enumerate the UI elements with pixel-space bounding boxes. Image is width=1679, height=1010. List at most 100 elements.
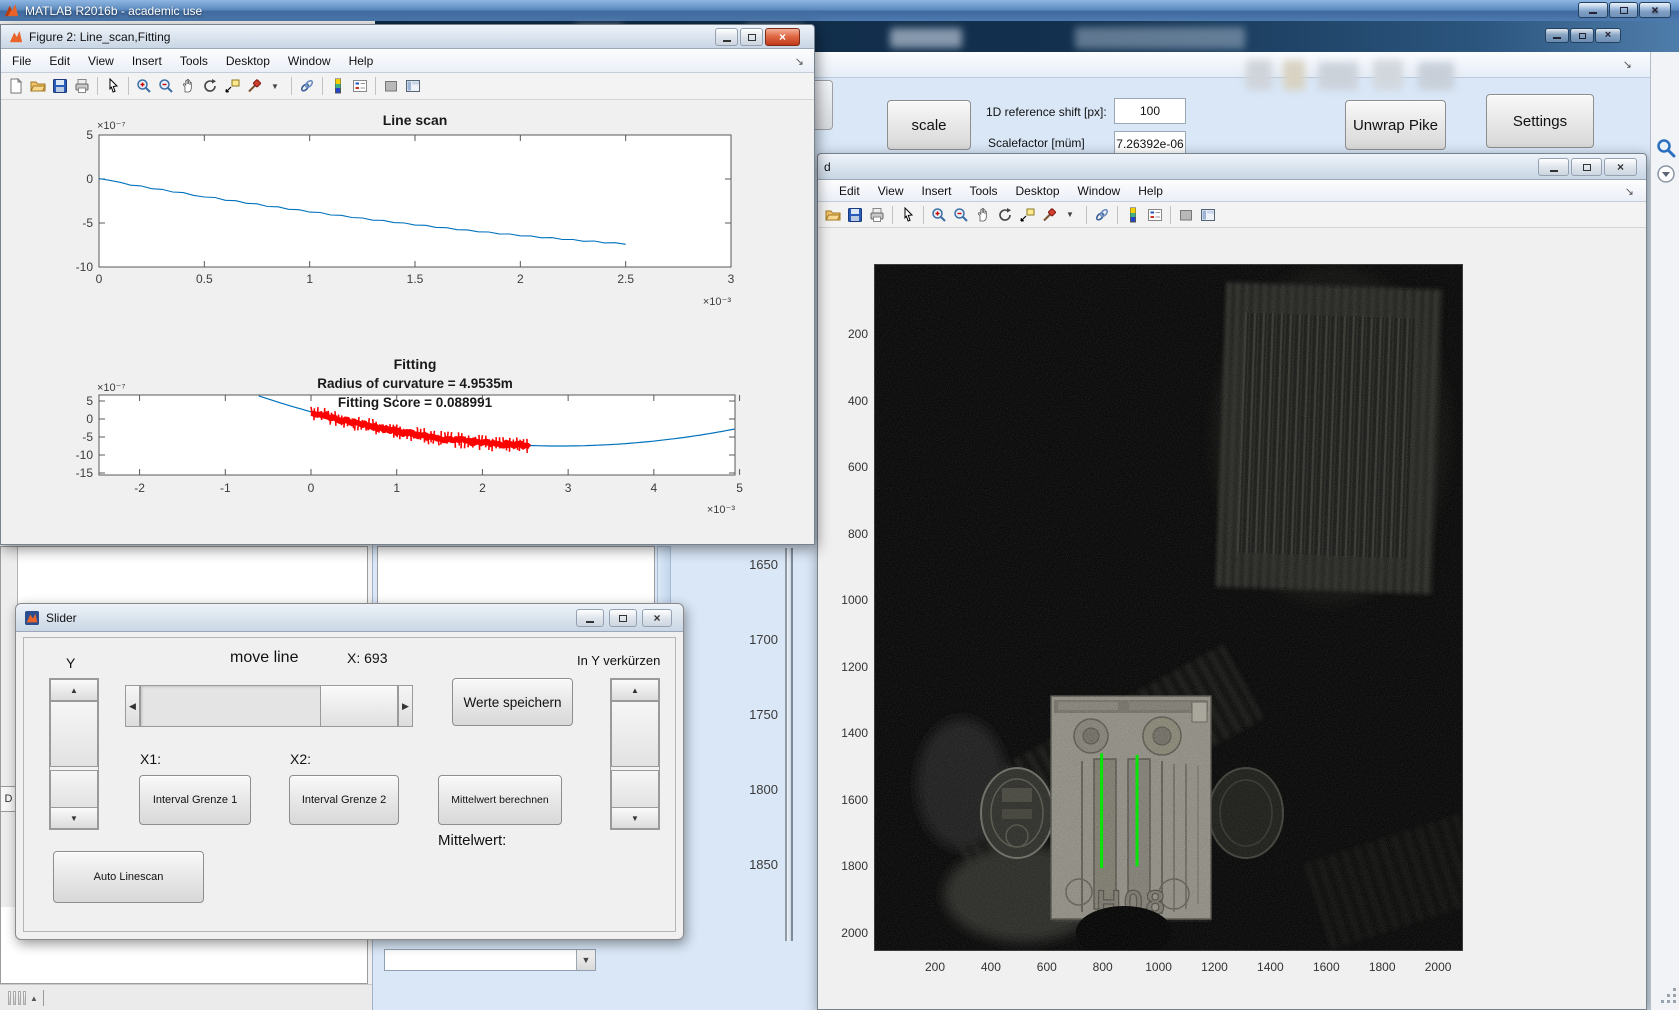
menu-desktop[interactable]: Desktop bbox=[1007, 180, 1069, 202]
colorbar-icon[interactable] bbox=[328, 76, 348, 96]
minimize-button[interactable] bbox=[1578, 2, 1608, 18]
pan-icon[interactable] bbox=[973, 205, 993, 225]
dropdown-arrow-icon[interactable]: ▼ bbox=[576, 950, 595, 970]
calc-mean-button[interactable]: Mittelwert berechnen bbox=[438, 775, 562, 825]
cursor-icon[interactable] bbox=[103, 76, 123, 96]
statusbar-grip-icon[interactable]: ▲ bbox=[8, 990, 44, 1006]
slider-track[interactable] bbox=[140, 685, 327, 727]
fig2-maximize-button[interactable] bbox=[740, 28, 763, 46]
save-icon[interactable] bbox=[50, 76, 70, 96]
zoom-out-icon[interactable] bbox=[156, 76, 176, 96]
y-scrollbar-left[interactable]: ▲ ▼ bbox=[49, 678, 99, 830]
bg-close-button[interactable]: × bbox=[1595, 28, 1621, 43]
menu-window[interactable]: Window bbox=[279, 50, 340, 72]
link-icon[interactable] bbox=[297, 76, 317, 96]
data-cursor-icon[interactable] bbox=[1017, 205, 1037, 225]
gui-dropdown[interactable]: ▼ bbox=[384, 949, 596, 971]
slider-right-arrow[interactable]: ▶ bbox=[398, 685, 413, 727]
resize-grip-icon[interactable] bbox=[1661, 988, 1677, 1004]
bg-minimize-button[interactable] bbox=[1545, 28, 1569, 43]
menu-tools[interactable]: Tools bbox=[171, 50, 217, 72]
legend-icon[interactable] bbox=[1145, 205, 1165, 225]
open-folder-icon[interactable] bbox=[823, 205, 843, 225]
cursor-icon[interactable] bbox=[898, 205, 918, 225]
save-icon[interactable] bbox=[845, 205, 865, 225]
brush-icon[interactable] bbox=[1039, 205, 1059, 225]
slider-minimize-button[interactable] bbox=[576, 609, 604, 627]
fig-minimize-button[interactable] bbox=[1538, 158, 1569, 176]
unwrap-pike-button[interactable]: Unwrap Pike bbox=[1345, 100, 1446, 150]
menu-edit[interactable]: Edit bbox=[830, 180, 869, 202]
maximize-button[interactable] bbox=[1609, 2, 1638, 18]
menu-tools[interactable]: Tools bbox=[961, 180, 1007, 202]
auto-linescan-button[interactable]: Auto Linescan bbox=[53, 851, 204, 903]
save-values-button[interactable]: Werte speichern bbox=[452, 678, 573, 726]
expand-toolstrip-icon[interactable] bbox=[1656, 164, 1676, 184]
interval-limit-2-button[interactable]: Interval Grenze 2 bbox=[289, 775, 399, 825]
bg-maximize-button[interactable] bbox=[1570, 28, 1594, 43]
plot-tools-show-icon[interactable] bbox=[1198, 205, 1218, 225]
zoom-in-icon[interactable] bbox=[929, 205, 949, 225]
link-icon[interactable] bbox=[1092, 205, 1112, 225]
zoom-out-icon[interactable] bbox=[951, 205, 971, 225]
slider-thumb[interactable] bbox=[320, 685, 398, 727]
fig2-minimize-button[interactable] bbox=[715, 28, 738, 46]
fig-close-button[interactable]: × bbox=[1604, 158, 1637, 176]
scroll-up-button[interactable]: ▲ bbox=[50, 679, 98, 701]
scroll-up-button[interactable]: ▲ bbox=[611, 679, 659, 701]
slider-left-arrow[interactable]: ◀ bbox=[125, 685, 140, 727]
menu-insert[interactable]: Insert bbox=[123, 50, 171, 72]
dock-arrow-icon[interactable]: ↘ bbox=[1623, 58, 1632, 71]
menu-insert[interactable]: Insert bbox=[912, 180, 960, 202]
settings-button[interactable]: Settings bbox=[1486, 94, 1594, 148]
scroll-block[interactable] bbox=[611, 770, 659, 808]
y-scrollbar-right[interactable]: ▲ ▼ bbox=[610, 678, 660, 830]
brush-icon[interactable] bbox=[244, 76, 264, 96]
legend-icon[interactable] bbox=[350, 76, 370, 96]
ref-shift-input[interactable]: 100 bbox=[1114, 98, 1186, 124]
zoom-in-icon[interactable] bbox=[134, 76, 154, 96]
plot-tools-hide-icon[interactable] bbox=[1176, 205, 1196, 225]
speckle-image[interactable]: H08 bbox=[874, 264, 1463, 951]
plot-tools-hide-icon[interactable] bbox=[381, 76, 401, 96]
new-doc-icon[interactable] bbox=[6, 76, 26, 96]
scroll-thumb[interactable] bbox=[50, 701, 98, 767]
rotate-icon[interactable] bbox=[995, 205, 1015, 225]
scale-button[interactable]: scale bbox=[887, 100, 971, 150]
pan-icon[interactable] bbox=[178, 76, 198, 96]
scroll-down-button[interactable]: ▼ bbox=[611, 807, 659, 829]
figure2-titlebar[interactable]: Figure 2: Line_scan,Fitting × bbox=[1, 25, 814, 49]
caret-icon[interactable]: ▼ bbox=[1061, 205, 1081, 225]
search-icon[interactable] bbox=[1656, 138, 1676, 158]
image-figure-titlebar[interactable]: d × bbox=[818, 154, 1646, 180]
dock-arrow-icon[interactable]: ↘ bbox=[795, 55, 804, 68]
dock-arrow-icon[interactable]: ↘ bbox=[1625, 185, 1634, 198]
fig-maximize-button[interactable] bbox=[1571, 158, 1602, 176]
fig2-close-button[interactable]: × bbox=[765, 28, 800, 46]
scroll-block[interactable] bbox=[50, 770, 98, 808]
menu-view[interactable]: View bbox=[869, 180, 913, 202]
open-folder-icon[interactable] bbox=[28, 76, 48, 96]
scroll-thumb[interactable] bbox=[611, 701, 659, 767]
scroll-down-button[interactable]: ▼ bbox=[50, 807, 98, 829]
menu-desktop[interactable]: Desktop bbox=[217, 50, 279, 72]
menu-file[interactable]: File bbox=[3, 50, 40, 72]
interval-limit-1-button[interactable]: Interval Grenze 1 bbox=[139, 775, 251, 825]
caret-icon[interactable]: ▼ bbox=[266, 76, 286, 96]
rotate-icon[interactable] bbox=[200, 76, 220, 96]
plot-tools-show-icon[interactable] bbox=[403, 76, 423, 96]
slider-maximize-button[interactable] bbox=[609, 609, 637, 627]
print-icon[interactable] bbox=[72, 76, 92, 96]
print-icon[interactable] bbox=[867, 205, 887, 225]
menu-help[interactable]: Help bbox=[1129, 180, 1172, 202]
menu-help[interactable]: Help bbox=[340, 50, 383, 72]
close-button[interactable]: × bbox=[1639, 2, 1671, 18]
menu-edit[interactable]: Edit bbox=[40, 50, 79, 72]
colorbar-icon[interactable] bbox=[1123, 205, 1143, 225]
slider-titlebar[interactable]: Slider × bbox=[16, 604, 683, 632]
figure2-plots[interactable]: Line scan×10⁻⁷×10⁻³50-5-100 0.5 1 1.5 2 2.5 3F… bbox=[1, 101, 814, 544]
slider-close-button[interactable]: × bbox=[642, 609, 672, 627]
menu-view[interactable]: View bbox=[79, 50, 123, 72]
data-cursor-icon[interactable] bbox=[222, 76, 242, 96]
menu-window[interactable]: Window bbox=[1069, 180, 1130, 202]
